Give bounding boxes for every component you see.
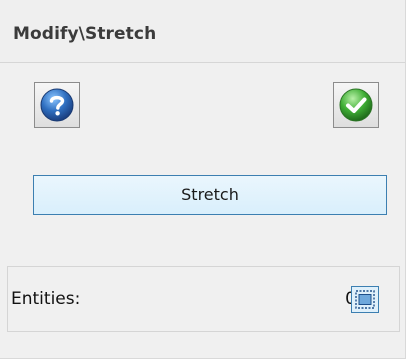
panel-title: Modify\Stretch (13, 24, 157, 44)
checkmark-icon (339, 88, 373, 122)
stretch-panel: Modify\Stretch Stretch Entities: (0, 0, 406, 359)
help-icon (40, 88, 74, 122)
ok-button[interactable] (333, 82, 379, 128)
entities-group: Entities: 0 (7, 266, 400, 332)
help-button[interactable] (34, 82, 80, 128)
entities-label: Entities: (11, 289, 81, 309)
select-entities-button[interactable] (351, 286, 379, 313)
panel-header: Modify\Stretch (0, 0, 405, 63)
stretch-button[interactable]: Stretch (33, 175, 387, 215)
selection-window-icon (355, 290, 375, 309)
